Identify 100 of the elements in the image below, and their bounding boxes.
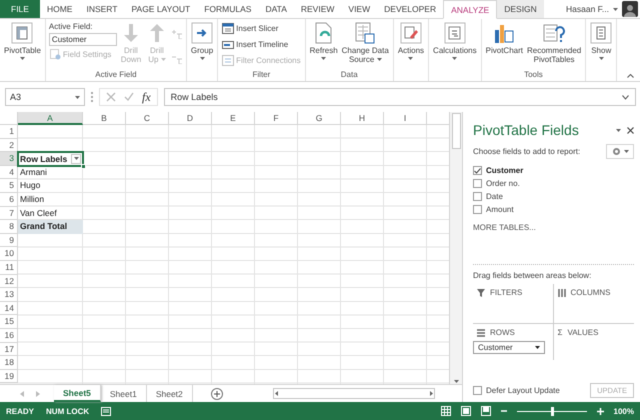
ribbon-tab[interactable]: DATA	[258, 0, 294, 18]
row-header[interactable]: 16	[0, 328, 18, 342]
horizontal-scrollbar[interactable]	[272, 388, 435, 399]
settings-button[interactable]	[606, 144, 634, 159]
ribbon-tab[interactable]: DEVELOPER	[377, 0, 444, 18]
next-icon	[36, 390, 40, 396]
row-header[interactable]: 10	[0, 247, 18, 261]
ribbon-button[interactable]: Recommended PivotTables	[526, 21, 582, 70]
zoom-out-icon	[500, 408, 507, 414]
row-header[interactable]: 12	[0, 274, 18, 288]
ribbon-tab[interactable]: DESIGN	[497, 0, 544, 18]
sigma-icon: Σ	[558, 328, 562, 337]
field-chip[interactable]: Customer	[473, 341, 545, 354]
ribbon-tab[interactable]: VIEW	[341, 0, 378, 18]
field-label[interactable]: Amount	[486, 205, 514, 214]
ribbon-button[interactable]: Insert Slicer	[221, 21, 302, 36]
row-header[interactable]: 6	[0, 192, 18, 207]
field-label[interactable]: Customer	[486, 166, 524, 175]
table-icon	[11, 22, 34, 44]
ribbon-button[interactable]: Show	[589, 21, 614, 80]
ribbon-tab[interactable]: FORMULAS	[197, 0, 258, 18]
sheet-tab[interactable]: Sheet5	[54, 385, 101, 402]
row-header[interactable]: 2	[0, 138, 18, 152]
enter-icon	[124, 92, 134, 102]
ribbon-button[interactable]: Calculations	[432, 21, 478, 80]
ribbon-button[interactable]: PivotTable	[3, 21, 42, 80]
field-checkbox[interactable]	[473, 192, 482, 201]
vertical-scrollbar[interactable]	[449, 112, 462, 384]
formula-field[interactable]: Row Labels	[164, 88, 636, 106]
row-header[interactable]: 3	[0, 152, 18, 166]
ribbon-tab[interactable]: FILE	[0, 0, 40, 18]
account-name[interactable]: Hasaan F...	[566, 4, 609, 14]
ribbon-button[interactable]: Group	[190, 21, 214, 80]
row-header[interactable]: 11	[0, 260, 18, 275]
caret-icon	[613, 8, 618, 10]
rows-icon	[477, 328, 485, 336]
zoom-level[interactable]: 100%	[614, 406, 634, 416]
new-sheet-button[interactable]	[210, 388, 223, 400]
defer-label[interactable]: Defer Layout Update	[486, 386, 560, 395]
field-label[interactable]: Date	[486, 192, 503, 201]
expand-icon	[172, 30, 182, 39]
right-icon	[430, 391, 433, 396]
row-header[interactable]: 17	[0, 342, 18, 356]
row-header[interactable]: 14	[0, 302, 18, 316]
avatar-icon[interactable]	[622, 1, 638, 17]
row-header[interactable]: 8	[0, 220, 18, 234]
name-box[interactable]: A3	[5, 88, 85, 106]
ribbon-tab[interactable]: PAGE LAYOUT	[124, 0, 198, 18]
field-label[interactable]: Order no.	[486, 179, 520, 188]
caret-icon	[75, 96, 80, 98]
plus-icon	[214, 390, 220, 396]
caret-icon	[74, 157, 78, 160]
slicer-icon	[222, 23, 234, 34]
field-checkbox[interactable]	[473, 205, 482, 214]
zoom-in-icon	[596, 408, 604, 414]
previous-icon	[20, 390, 24, 396]
ribbon-tab[interactable]: HOME	[40, 0, 80, 18]
field-checkbox[interactable]	[473, 166, 482, 175]
defer-checkbox[interactable]	[473, 386, 482, 395]
ribbon-button[interactable]: Insert Timeline	[221, 37, 302, 52]
collapse-ribbon-icon	[627, 74, 634, 78]
row-labels-header: Row Labels	[20, 152, 68, 165]
row-header[interactable]: 1	[0, 125, 18, 139]
more-tables-link[interactable]: MORE TABLES...	[473, 223, 634, 232]
column-header[interactable]: A	[18, 112, 83, 125]
expand-icon	[622, 94, 629, 100]
ribbon-button[interactable]: Refresh	[308, 21, 339, 70]
row-header[interactable]: 13	[0, 288, 18, 302]
edit-icon	[400, 22, 422, 44]
panel-title: PivotTable Fields	[473, 122, 579, 138]
row-header[interactable]: 18	[0, 356, 18, 370]
ribbon-tab[interactable]: INSERT	[79, 0, 124, 18]
list-icon	[590, 22, 612, 44]
ribbon-button[interactable]: Change Data Source	[340, 21, 390, 70]
fill-handle[interactable]	[81, 164, 86, 169]
ribbon-tab[interactable]: ANALYZE	[443, 0, 498, 19]
scrollbar-thumb[interactable]	[452, 113, 460, 149]
filter-dropdown-button[interactable]	[71, 154, 81, 164]
columns-icon	[558, 288, 566, 296]
row-header[interactable]: 15	[0, 315, 18, 329]
ribbon-button[interactable]: Actions	[396, 21, 426, 80]
timeline-icon	[222, 39, 234, 50]
row-header[interactable]: 9	[0, 234, 18, 248]
area-label: ROWS	[490, 328, 515, 337]
ribbon-button[interactable]: PivotChart	[484, 21, 524, 70]
ribbon-tab[interactable]: REVIEW	[294, 0, 342, 18]
area-label: VALUES	[567, 328, 598, 337]
connections-icon	[222, 55, 234, 66]
row-header[interactable]: 7	[0, 206, 18, 220]
table-cell-text: Armani	[19, 166, 48, 179]
zoom-thumb[interactable]	[550, 406, 554, 416]
row-header[interactable]: 19	[0, 370, 18, 384]
close-icon	[627, 126, 634, 134]
field-checkbox[interactable]	[473, 179, 482, 188]
insert-function-button[interactable]: fx	[142, 90, 151, 104]
group-label: Data	[340, 70, 359, 80]
active-field-input[interactable]: Customer	[48, 33, 117, 46]
row-header[interactable]: 5	[0, 179, 18, 193]
row-header[interactable]: 4	[0, 166, 18, 180]
panel-subtitle: Choose fields to add to report:	[473, 147, 580, 156]
